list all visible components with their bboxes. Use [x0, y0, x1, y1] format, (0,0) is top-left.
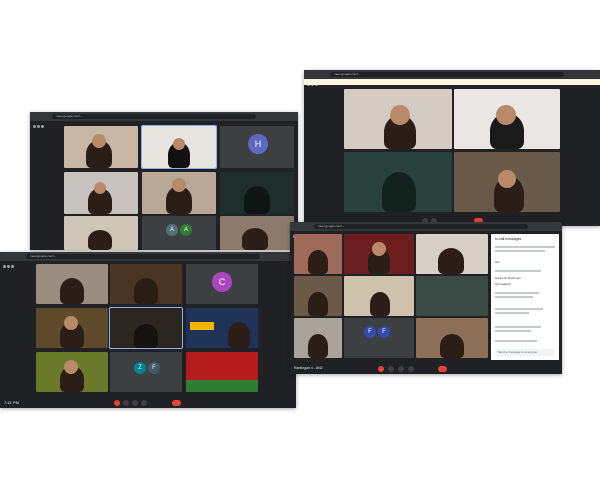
camera-button[interactable] — [123, 400, 129, 406]
browser-toolbar: meet.google.com/... — [0, 252, 296, 268]
mic-button[interactable] — [378, 366, 384, 372]
leave-call-button[interactable] — [438, 366, 447, 372]
video-tile[interactable] — [294, 318, 342, 358]
video-tile[interactable]: C — [186, 264, 258, 304]
chat-panel: In-call messages Hai Gadis Ari Rachman T… — [491, 234, 559, 360]
present-button[interactable] — [141, 400, 147, 406]
leave-call-button[interactable] — [172, 400, 181, 406]
avatar: Z — [134, 362, 146, 374]
chat-input[interactable]: Send a message to everyone — [495, 349, 555, 356]
video-tile[interactable] — [344, 152, 452, 212]
video-tile[interactable] — [454, 89, 560, 149]
video-tile[interactable] — [110, 264, 182, 304]
meet-window-b: meet.google.com/... — [304, 70, 600, 226]
video-tile[interactable] — [416, 234, 488, 274]
meet-window-d: meet.google.com/... F F In-call messages… — [290, 222, 562, 374]
chat-message: Hai — [495, 260, 500, 264]
video-tile[interactable] — [64, 172, 138, 214]
avatar: F — [364, 326, 376, 338]
meeting-controls: Rantingan 4 - AN2 — [290, 363, 562, 374]
meet-window-a: meet.google.com/... H A A — [30, 112, 298, 250]
camera-button[interactable] — [388, 366, 394, 372]
video-tile[interactable] — [36, 352, 108, 392]
captions-button[interactable] — [398, 366, 404, 372]
video-tile[interactable] — [294, 234, 342, 274]
video-tile[interactable]: A A — [142, 216, 216, 250]
window-controls[interactable] — [33, 115, 47, 128]
video-tile[interactable] — [220, 172, 294, 214]
video-tile[interactable] — [416, 276, 488, 316]
address-bar[interactable]: meet.google.com/... — [52, 114, 256, 119]
video-tile[interactable] — [344, 234, 414, 274]
captions-button[interactable] — [132, 400, 138, 406]
meet-window-c: meet.google.com/... C Z F 7:41 PM — [0, 252, 296, 408]
video-tile[interactable] — [344, 276, 414, 316]
present-button[interactable] — [408, 366, 414, 372]
video-tile[interactable] — [64, 126, 138, 168]
browser-toolbar: meet.google.com/... — [30, 112, 298, 128]
video-tile[interactable] — [109, 307, 183, 349]
video-tile[interactable] — [186, 352, 258, 392]
video-tile[interactable] — [454, 152, 560, 212]
video-tile[interactable] — [416, 318, 488, 358]
mic-button[interactable] — [114, 400, 120, 406]
browser-toolbar: meet.google.com/... — [304, 70, 600, 86]
address-bar[interactable]: meet.google.com/... — [330, 72, 564, 77]
chat-title: In-call messages — [495, 237, 522, 241]
window-controls[interactable] — [3, 255, 17, 268]
video-tile[interactable] — [220, 216, 294, 250]
video-tile[interactable] — [142, 172, 216, 214]
avatar: F — [148, 362, 160, 374]
avatar: A — [166, 224, 178, 236]
avatar: A — [180, 224, 192, 236]
address-bar[interactable]: meet.google.com/... — [314, 224, 528, 229]
window-controls[interactable] — [307, 73, 321, 86]
chat-message: Gadis Ari Rachman — [495, 276, 521, 280]
meeting-controls: 7:41 PM — [0, 397, 296, 408]
video-tile[interactable] — [294, 276, 342, 316]
video-tile[interactable] — [186, 308, 258, 348]
video-tile[interactable] — [344, 89, 452, 149]
video-tile-active[interactable] — [141, 125, 217, 169]
window-controls[interactable] — [293, 225, 307, 238]
browser-toolbar: meet.google.com/... — [290, 222, 562, 238]
avatar: C — [212, 272, 232, 292]
video-tile[interactable]: H — [220, 126, 294, 168]
video-tile[interactable]: F F — [344, 318, 414, 358]
avatar: H — [248, 134, 268, 154]
chat-message: Terimakasih — [495, 282, 512, 286]
video-tile[interactable] — [36, 264, 108, 304]
address-bar[interactable]: meet.google.com/... — [26, 254, 260, 259]
video-tile[interactable] — [36, 308, 108, 348]
video-tile[interactable]: Z F — [110, 352, 182, 392]
meeting-time: 7:41 PM — [4, 400, 19, 405]
meeting-name: Rantingan 4 - AN2 — [294, 366, 323, 370]
video-tile[interactable] — [64, 216, 138, 250]
avatar: F — [378, 326, 390, 338]
